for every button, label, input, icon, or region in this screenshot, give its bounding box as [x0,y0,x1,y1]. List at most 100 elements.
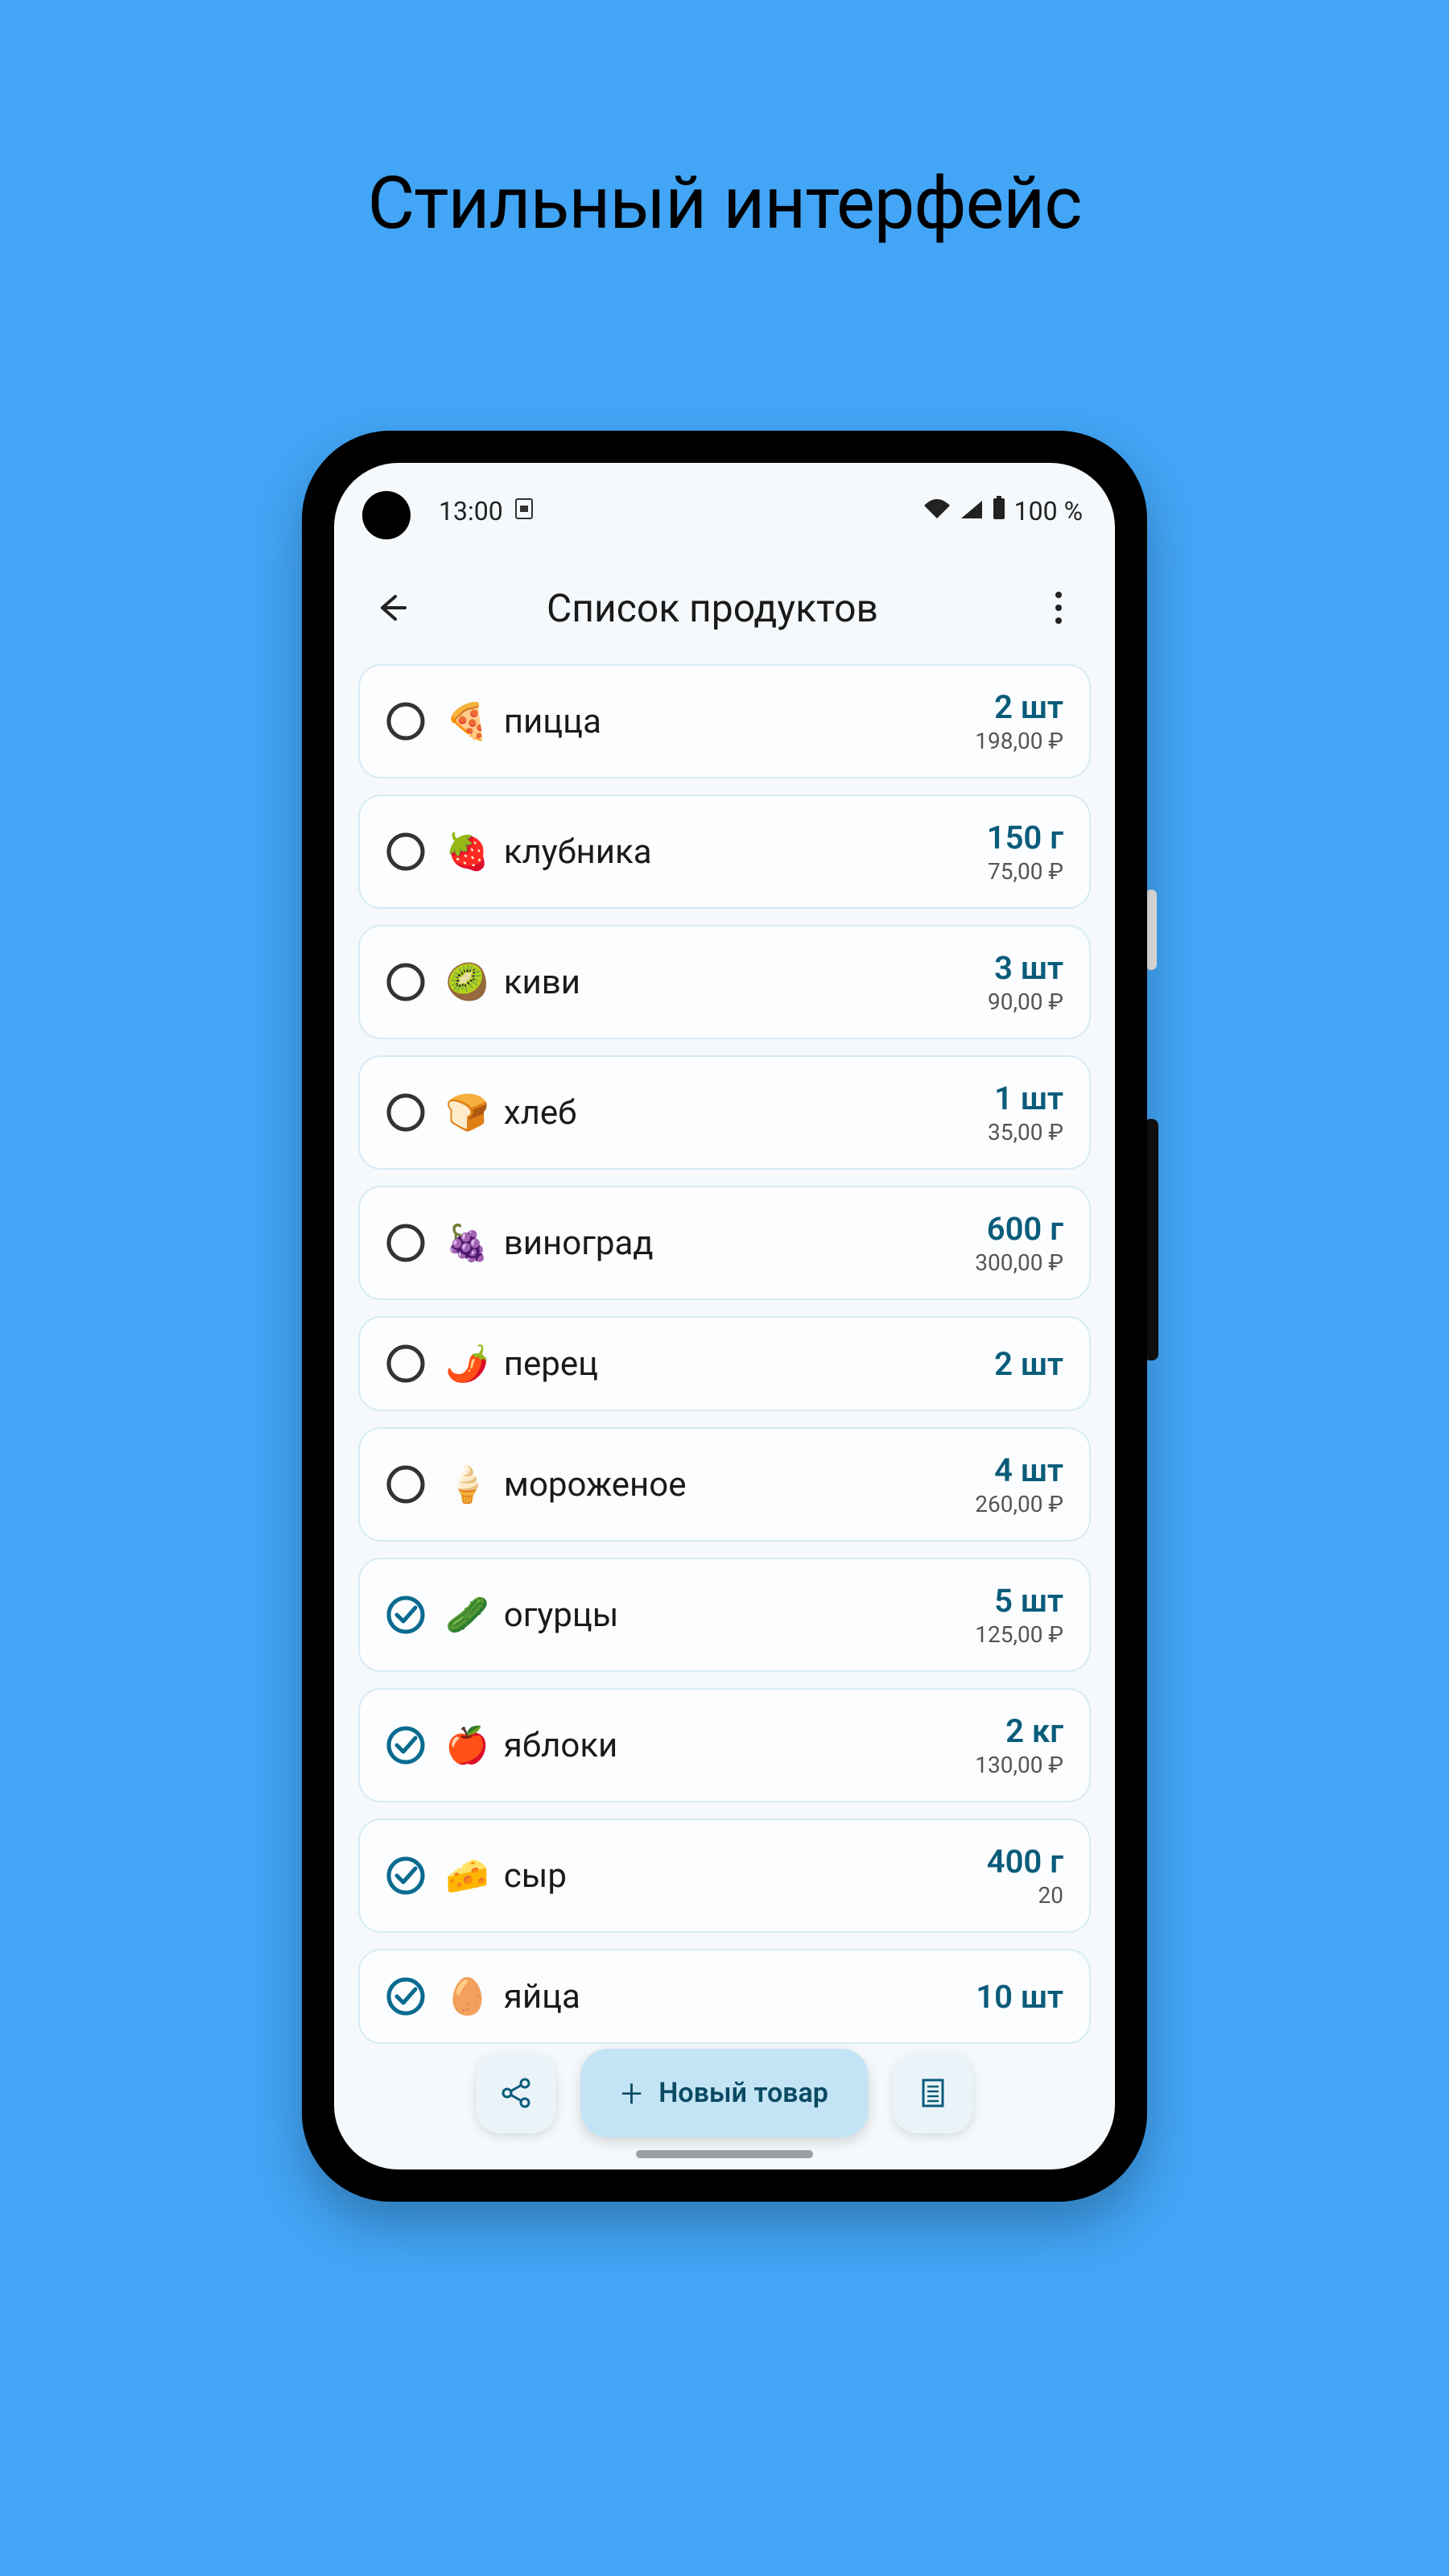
check-circle-icon [386,1856,426,1896]
item-meta: 5 шт125,00 ₽ [975,1582,1063,1648]
list-item[interactable]: 🥚яйца10 шт [358,1949,1091,2044]
list-item[interactable]: 🧀 сыр400 г20 [358,1818,1091,1933]
status-battery-pct: 100 % [1014,496,1083,526]
item-checkbox[interactable] [386,1344,426,1384]
item-checkbox[interactable] [386,1464,426,1505]
cell-signal-icon [960,496,984,526]
item-meta: 3 шт90,00 ₽ [988,949,1063,1015]
item-price: 125,00 ₽ [975,1621,1063,1648]
list-item[interactable]: 🍞 хлеб1 шт35,00 ₽ [358,1055,1091,1170]
circle-outline-icon [386,1464,426,1505]
item-meta: 1 шт35,00 ₽ [988,1080,1063,1146]
item-checkbox[interactable] [386,1976,426,2017]
item-quantity: 1 шт [988,1080,1063,1117]
phone-mockup: 13:00 100 % [302,431,1147,2202]
item-checkbox[interactable] [386,1223,426,1263]
item-meta: 400 г20 [987,1843,1063,1909]
item-emoji: 🌶️ [445,1343,489,1385]
item-name: огурцы [504,1596,975,1635]
item-name: киви [504,963,988,1002]
item-name: мороженое [504,1465,975,1505]
item-quantity: 150 г [987,819,1063,857]
item-price: 20 [987,1882,1063,1909]
list-item[interactable]: 🍇виноград600 г300,00 ₽ [358,1186,1091,1300]
item-price: 75,00 ₽ [987,858,1063,885]
item-meta: 4 шт260,00 ₽ [975,1451,1063,1517]
bottom-actions: + Новый товар [334,2049,1115,2137]
circle-outline-icon [386,1223,426,1263]
list-item[interactable]: 🌶️перец2 шт [358,1316,1091,1411]
phone-frame: 13:00 100 % [302,431,1147,2202]
share-button[interactable] [476,2053,556,2133]
battery-icon [992,496,1006,526]
status-bar: 13:00 100 % [334,463,1115,559]
share-icon [499,2076,533,2110]
item-checkbox[interactable] [386,1725,426,1765]
item-quantity: 2 шт [994,1345,1063,1383]
item-name: пицца [504,702,975,741]
nav-handle[interactable] [636,2150,813,2158]
item-name: клубника [504,832,987,872]
list-item[interactable]: 🍦 мороженое4 шт260,00 ₽ [358,1427,1091,1542]
check-circle-icon [386,1725,426,1765]
item-checkbox[interactable] [386,1595,426,1635]
wifi-icon [923,496,952,526]
item-emoji: 🍎 [445,1724,489,1766]
product-list[interactable]: 🍕пицца2 шт198,00 ₽ 🍓 клубника150 г75,00 ₽ 🥝… [334,656,1115,2044]
promo-title: Стильный интерфейс [0,0,1449,246]
list-item[interactable]: 🥒 огурцы5 шт125,00 ₽ [358,1558,1091,1672]
list-item[interactable]: 🥝 киви3 шт90,00 ₽ [358,925,1091,1039]
item-checkbox[interactable] [386,832,426,872]
item-quantity: 4 шт [975,1451,1063,1489]
phone-volume-button [1146,890,1157,970]
circle-outline-icon [386,1092,426,1133]
list-item[interactable]: 🍓 клубника150 г75,00 ₽ [358,795,1091,909]
phone-screen: 13:00 100 % [334,463,1115,2169]
check-circle-icon [386,1976,426,2017]
item-price: 300,00 ₽ [975,1249,1063,1276]
item-checkbox[interactable] [386,701,426,741]
item-emoji: 🥒 [445,1594,489,1636]
item-emoji: 🍞 [445,1092,489,1133]
item-name: хлеб [504,1093,988,1133]
item-quantity: 2 шт [975,688,1063,726]
item-price: 198,00 ₽ [975,728,1063,754]
more-menu-button[interactable] [1026,576,1091,640]
item-quantity: 10 шт [976,1978,1063,2016]
receipt-icon [917,2077,949,2109]
item-quantity: 3 шт [988,949,1063,987]
item-meta: 2 шт [994,1345,1063,1383]
item-quantity: 400 г [987,1843,1063,1880]
circle-outline-icon [386,962,426,1002]
item-emoji: 🥝 [445,961,489,1003]
item-checkbox[interactable] [386,1856,426,1896]
sim-icon [514,496,534,526]
item-emoji: 🍓 [445,831,489,873]
item-emoji: 🍇 [445,1222,489,1264]
receipt-button[interactable] [893,2053,973,2133]
item-meta: 2 шт198,00 ₽ [975,688,1063,754]
list-item[interactable]: 🍎 яблоки2 кг130,00 ₽ [358,1688,1091,1802]
phone-camera-cutout [362,491,411,539]
list-item[interactable]: 🍕пицца2 шт198,00 ₽ [358,664,1091,778]
status-time: 13:00 [439,496,503,526]
item-name: яйца [504,1977,976,2017]
item-checkbox[interactable] [386,962,426,1002]
item-checkbox[interactable] [386,1092,426,1133]
circle-outline-icon [386,701,426,741]
add-item-button[interactable]: + Новый товар [580,2049,869,2137]
plus-icon: + [621,2070,642,2116]
item-meta: 2 кг130,00 ₽ [975,1712,1063,1778]
item-name: яблоки [504,1726,975,1765]
item-price: 130,00 ₽ [975,1752,1063,1778]
item-name: сыр [504,1856,987,1896]
item-emoji: 🍦 [445,1463,489,1505]
item-quantity: 5 шт [975,1582,1063,1620]
item-emoji: 🧀 [445,1855,489,1897]
item-meta: 10 шт [976,1978,1063,2016]
item-price: 35,00 ₽ [988,1119,1063,1146]
item-price: 90,00 ₽ [988,989,1063,1015]
item-meta: 150 г75,00 ₽ [987,819,1063,885]
item-name: виноград [504,1224,975,1263]
app-bar: Список продуктов [334,559,1115,656]
